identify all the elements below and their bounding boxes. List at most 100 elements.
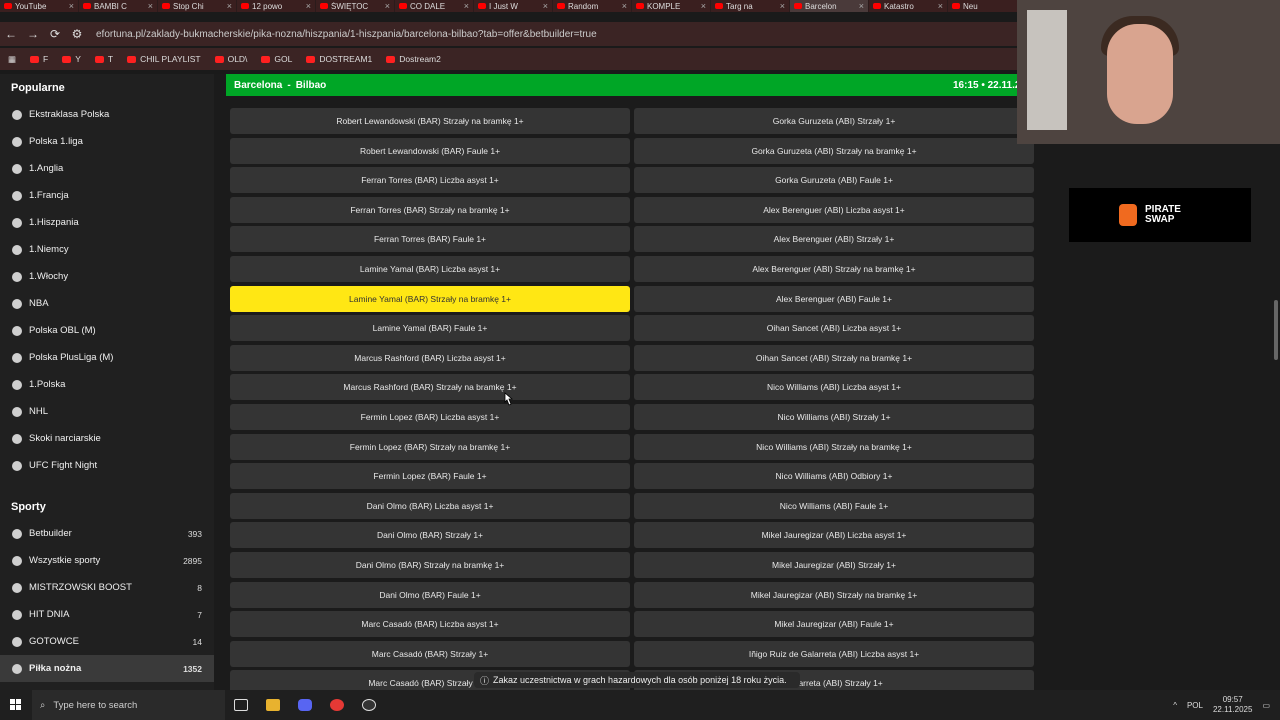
bet-option-button[interactable]: Alex Berenguer (ABI) Strzały 1+: [634, 226, 1034, 253]
sidebar-item[interactable]: 1.Francja: [0, 182, 214, 209]
chrome-icon[interactable]: [321, 690, 353, 720]
bet-option-button[interactable]: Dani Olmo (BAR) Faule 1+: [230, 581, 630, 608]
bookmark-item[interactable]: DOSTREAM1: [306, 54, 372, 64]
sidebar-item[interactable]: HIT DNIA 7: [0, 601, 214, 628]
close-tab-icon[interactable]: ×: [938, 1, 943, 11]
bet-option-button[interactable]: Dani Olmo (BAR) Liczba asyst 1+: [230, 492, 630, 519]
url-field[interactable]: efortuna.pl/zaklady-bukmacherskie/pika-n…: [96, 29, 597, 40]
bet-option-button[interactable]: Alex Berenguer (ABI) Strzały na bramkę 1…: [634, 255, 1034, 282]
bet-option-button[interactable]: Gorka Guruzeta (ABI) Faule 1+: [634, 167, 1034, 194]
bet-option-button[interactable]: Robert Lewandowski (BAR) Strzały na bram…: [230, 108, 630, 134]
forward-icon[interactable]: →: [22, 27, 44, 41]
sidebar-item[interactable]: 1.Włochy: [0, 263, 214, 290]
bet-option-button[interactable]: Dani Olmo (BAR) Strzały na bramkę 1+: [230, 551, 630, 578]
bookmark-item[interactable]: Dostream2: [386, 54, 441, 64]
bet-option-button[interactable]: Ferran Torres (BAR) Faule 1+: [230, 226, 630, 253]
bookmark-item[interactable]: T: [94, 54, 113, 64]
bet-option-button[interactable]: Mikel Jauregizar (ABI) Strzały 1+: [634, 551, 1034, 578]
notification-icon[interactable]: ▭: [1262, 701, 1270, 710]
close-tab-icon[interactable]: ×: [622, 1, 627, 11]
bet-option-button[interactable]: Fermin Lopez (BAR) Liczba asyst 1+: [230, 403, 630, 430]
bookmark-item[interactable]: CHIL PLAYLIST: [127, 54, 201, 64]
bet-option-button[interactable]: Nico Williams (ABI) Faule 1+: [634, 492, 1034, 519]
bet-option-button[interactable]: Oihan Sancet (ABI) Liczba asyst 1+: [634, 315, 1034, 342]
bookmark-item[interactable]: GOL: [261, 54, 292, 64]
sidebar-item[interactable]: Polska 1.liga: [0, 128, 214, 155]
ad-banner[interactable]: PIRATE SWAP: [1069, 188, 1251, 242]
close-tab-icon[interactable]: ×: [69, 1, 74, 11]
sidebar-item[interactable]: Ekstraklasa Polska: [0, 101, 214, 128]
sidebar-item[interactable]: Betbuilder 393: [0, 520, 214, 547]
bet-option-button[interactable]: Fermin Lopez (BAR) Strzały na bramkę 1+: [230, 433, 630, 460]
bet-option-button[interactable]: Marc Casadó (BAR) Liczba asyst 1+: [230, 611, 630, 638]
bet-option-button[interactable]: Iñigo Ruiz de Galarreta (ABI) Liczba asy…: [634, 640, 1034, 667]
browser-tab[interactable]: Neu×: [948, 0, 1027, 12]
bet-option-button[interactable]: Mikel Jauregizar (ABI) Faule 1+: [634, 611, 1034, 638]
bet-option-button[interactable]: Nico Williams (ABI) Odbiory 1+: [634, 463, 1034, 490]
browser-tab[interactable]: Stop Chi ×: [158, 0, 237, 12]
browser-tab[interactable]: Targ na ×: [711, 0, 790, 12]
bet-option-button[interactable]: Lamine Yamal (BAR) Strzały na bramkę 1+: [230, 285, 630, 312]
sidebar-item[interactable]: GOTOWCE 14: [0, 628, 214, 655]
bet-option-button[interactable]: Dani Olmo (BAR) Strzały 1+: [230, 522, 630, 549]
sidebar-item[interactable]: Skoki narciarskie: [0, 425, 214, 452]
back-icon[interactable]: ←: [0, 27, 22, 41]
bet-option-button[interactable]: Gorka Guruzeta (ABI) Strzały na bramkę 1…: [634, 137, 1034, 164]
close-tab-icon[interactable]: ×: [306, 1, 311, 11]
bet-option-button[interactable]: Marc Casadó (BAR) Strzały 1+: [230, 640, 630, 667]
bet-option-button[interactable]: Nico Williams (ABI) Strzały 1+: [634, 403, 1034, 430]
browser-tab[interactable]: 12 powo ×: [237, 0, 316, 12]
browser-tab[interactable]: ŚWIĘTOC ×: [316, 0, 395, 12]
close-tab-icon[interactable]: ×: [701, 1, 706, 11]
sidebar-item[interactable]: Polska OBL (M): [0, 317, 214, 344]
sidebar-item[interactable]: Wszystkie sporty 2895: [0, 547, 214, 574]
bet-option-button[interactable]: Mikel Jauregizar (ABI) Liczba asyst 1+: [634, 522, 1034, 549]
bet-option-button[interactable]: Marcus Rashford (BAR) Liczba asyst 1+: [230, 344, 630, 371]
close-tab-icon[interactable]: ×: [543, 1, 548, 11]
bet-option-button[interactable]: Robert Lewandowski (BAR) Faule 1+: [230, 137, 630, 164]
bet-option-button[interactable]: Gorka Guruzeta (ABI) Strzały 1+: [634, 108, 1034, 134]
sidebar-item[interactable]: 1.Hiszpania: [0, 209, 214, 236]
browser-tab[interactable]: CO DALE ×: [395, 0, 474, 12]
close-tab-icon[interactable]: ×: [780, 1, 785, 11]
discord-icon[interactable]: [289, 690, 321, 720]
task-view-icon[interactable]: [225, 690, 257, 720]
apps-icon[interactable]: ▦: [8, 54, 16, 65]
close-tab-icon[interactable]: ×: [148, 1, 153, 11]
reload-icon[interactable]: ⟳: [44, 27, 66, 41]
bet-option-button[interactable]: Alex Berenguer (ABI) Liczba asyst 1+: [634, 196, 1034, 223]
bet-option-button[interactable]: Ferran Torres (BAR) Liczba asyst 1+: [230, 167, 630, 194]
sidebar-item[interactable]: NHL: [0, 398, 214, 425]
close-tab-icon[interactable]: ×: [859, 1, 864, 11]
site-info-icon[interactable]: ⚙: [66, 27, 88, 41]
browser-tab[interactable]: BAMBI C ×: [79, 0, 158, 12]
bet-option-button[interactable]: Nico Williams (ABI) Strzały na bramkę 1+: [634, 433, 1034, 460]
match-header[interactable]: Barcelona - Bilbao 16:15 • 22.11.20: [226, 74, 1034, 96]
browser-tab[interactable]: KOMPLE ×: [632, 0, 711, 12]
close-tab-icon[interactable]: ×: [464, 1, 469, 11]
obs-icon[interactable]: [353, 690, 385, 720]
close-tab-icon[interactable]: ×: [385, 1, 390, 11]
sidebar-item[interactable]: Polska PlusLiga (M): [0, 344, 214, 371]
bet-option-button[interactable]: Lamine Yamal (BAR) Faule 1+: [230, 315, 630, 342]
bet-option-button[interactable]: Mikel Jauregizar (ABI) Strzały na bramkę…: [634, 581, 1034, 608]
browser-tab[interactable]: I Just W ×: [474, 0, 553, 12]
browser-tab[interactable]: Barcelon ×: [790, 0, 869, 12]
sidebar-item[interactable]: UFC Fight Night: [0, 452, 214, 479]
bet-option-button[interactable]: Fermin Lopez (BAR) Faule 1+: [230, 463, 630, 490]
bet-option-button[interactable]: Lamine Yamal (BAR) Liczba asyst 1+: [230, 255, 630, 282]
bookmark-item[interactable]: OLD\: [214, 54, 247, 64]
bookmark-item[interactable]: F: [30, 54, 48, 64]
taskbar-search[interactable]: ⌕ Type here to search: [32, 690, 225, 720]
bookmark-item[interactable]: Y: [62, 54, 81, 64]
scrollbar[interactable]: [1274, 300, 1278, 360]
bet-option-button[interactable]: Marcus Rashford (BAR) Strzały na bramkę …: [230, 374, 630, 401]
bet-option-button[interactable]: Nico Williams (ABI) Liczba asyst 1+: [634, 374, 1034, 401]
sidebar-item[interactable]: NBA: [0, 290, 214, 317]
language-indicator[interactable]: POL: [1187, 701, 1203, 710]
close-tab-icon[interactable]: ×: [227, 1, 232, 11]
sidebar-item[interactable]: 1.Niemcy: [0, 236, 214, 263]
bet-option-button[interactable]: Oihan Sancet (ABI) Strzały na bramkę 1+: [634, 344, 1034, 371]
tray-arrow-icon[interactable]: ^: [1173, 701, 1177, 710]
browser-tab[interactable]: Katastro ×: [869, 0, 948, 12]
